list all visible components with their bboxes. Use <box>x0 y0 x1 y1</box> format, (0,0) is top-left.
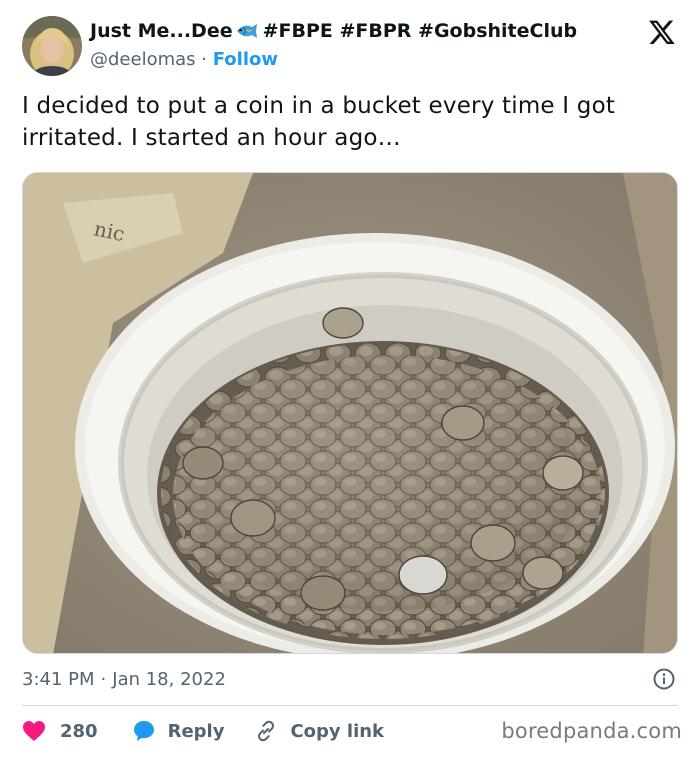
boredpanda-watermark: boredpanda.com <box>501 719 682 743</box>
reply-bubble-icon <box>132 719 156 743</box>
fish-emoji-icon <box>235 21 259 41</box>
like-count: 280 <box>60 720 98 742</box>
author-hashtags[interactable]: #FBPE #FBPR #GobshiteClub <box>263 20 578 42</box>
author-display-name[interactable]: Just Me...Dee <box>90 20 233 42</box>
tweet-card: Just Me...Dee #FBPE #FBPR #GobshiteClub … <box>0 0 700 757</box>
author-name-row[interactable]: Just Me...Dee #FBPE #FBPR #GobshiteClub <box>90 20 577 42</box>
author-handle-row: @deelomas · Follow <box>90 49 278 70</box>
like-button[interactable]: 280 <box>22 720 132 742</box>
divider <box>22 705 678 706</box>
tweet-photo[interactable]: nic <box>22 172 678 654</box>
meta-separator: · <box>100 668 107 690</box>
link-icon <box>254 719 278 743</box>
x-logo-icon[interactable] <box>648 18 676 46</box>
tweet-text: I decided to put a coin in a bucket ever… <box>22 93 616 151</box>
avatar[interactable] <box>22 16 82 76</box>
author-handle[interactable]: @deelomas <box>90 49 196 70</box>
copy-link-label: Copy link <box>290 720 385 742</box>
reply-button[interactable]: Reply <box>132 719 255 743</box>
tweet-date[interactable]: Jan 18, 2022 <box>112 669 226 690</box>
tweet-header: Just Me...Dee #FBPE #FBPR #GobshiteClub … <box>22 16 682 78</box>
reply-label: Reply <box>167 720 225 742</box>
handle-separator: · <box>201 49 207 70</box>
copy-link-button[interactable]: Copy link <box>254 719 384 743</box>
tweet-actions: 280 Reply Copy link boredpanda.com <box>22 713 682 749</box>
tweet-time[interactable]: 3:41 PM <box>22 669 95 690</box>
follow-button[interactable]: Follow <box>213 49 278 70</box>
tweet-meta: 3:41 PM · Jan 18, 2022 <box>22 664 678 694</box>
heart-icon <box>22 720 46 742</box>
info-icon[interactable] <box>652 667 676 691</box>
